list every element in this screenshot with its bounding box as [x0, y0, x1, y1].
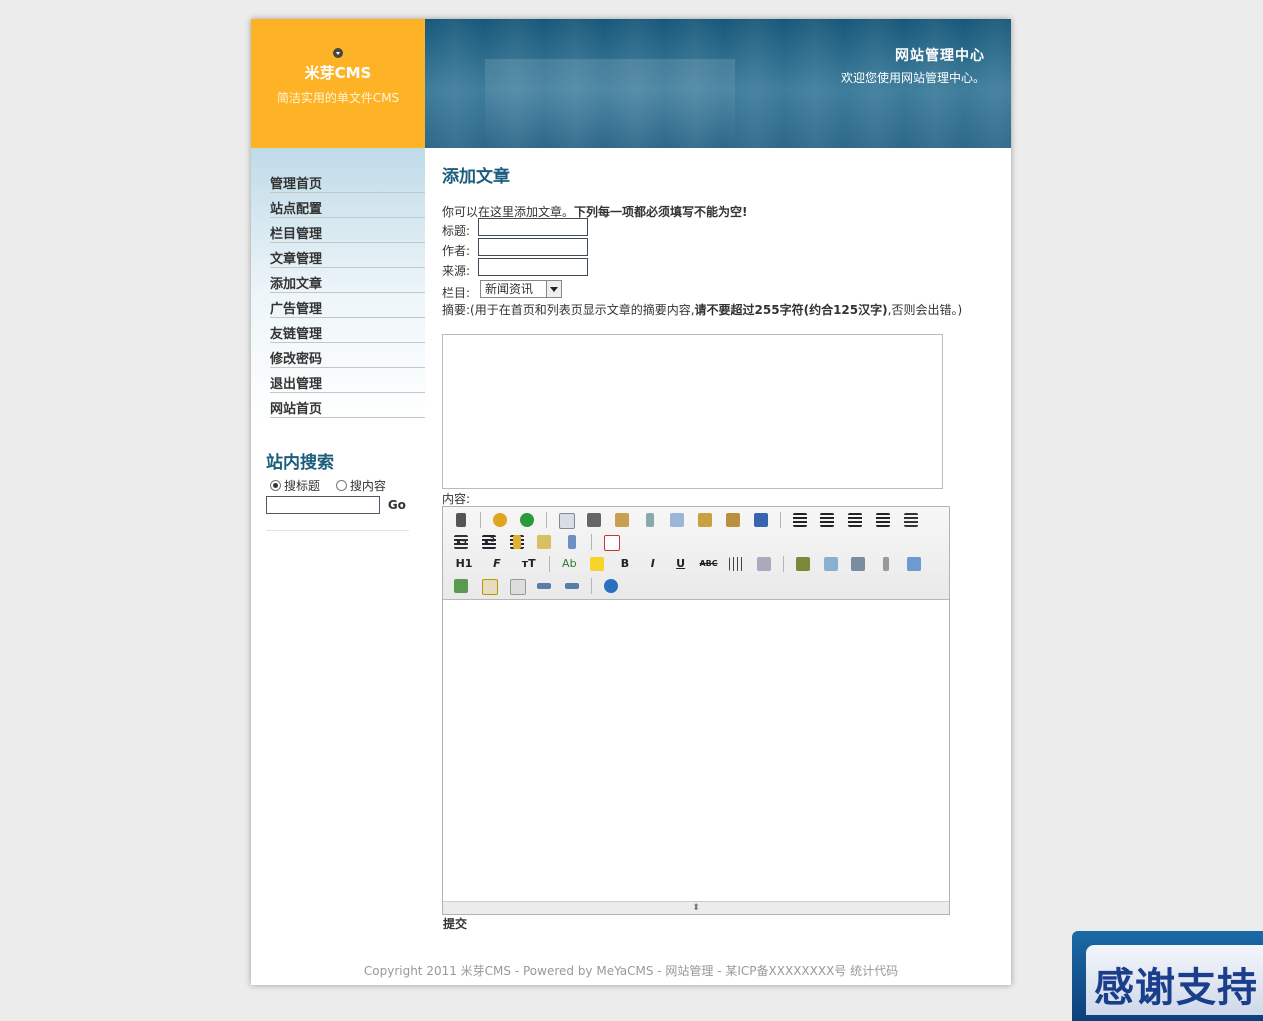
preview-icon[interactable] [557, 511, 576, 529]
header-banner: 网站管理中心 欢迎您使用网站管理中心。 [425, 19, 1011, 148]
footer: Copyright 2011 米芽CMS - Powered by MeYaCM… [363, 964, 899, 978]
divider [266, 530, 409, 531]
justify-icon[interactable] [874, 511, 892, 529]
clear-format-icon[interactable] [508, 533, 526, 551]
fullscreen-icon[interactable] [602, 533, 620, 551]
undo-icon[interactable] [491, 511, 509, 529]
page-container: 米芽CMS 简洁实用的单文件CMS 网站管理中心 欢迎您使用网站管理中心。 管理… [251, 19, 1011, 985]
submit-button[interactable]: 提交 [443, 915, 467, 932]
promo-banner[interactable]: 感谢支持 [1072, 931, 1263, 1021]
logo[interactable]: 米芽CMS 简洁实用的单文件CMS [251, 19, 425, 148]
title-label: 标题: [442, 224, 471, 238]
page-title: 添加文章 [442, 167, 510, 187]
eraser-icon[interactable] [755, 555, 773, 573]
bold-button[interactable]: B [616, 555, 634, 573]
logo-badge-icon [333, 48, 343, 58]
sidebar-item-link-manage[interactable]: 友链管理 [270, 318, 425, 343]
author-label: 作者: [442, 244, 471, 258]
align-center-icon[interactable] [818, 511, 836, 529]
font-family-button[interactable]: F [486, 555, 508, 573]
sidebar-item-change-password[interactable]: 修改密码 [270, 343, 425, 368]
source-icon[interactable] [452, 511, 470, 529]
link-icon[interactable] [535, 577, 553, 595]
radio-checked-icon[interactable] [270, 480, 281, 491]
radio-unchecked-icon[interactable] [335, 480, 347, 491]
editor-toolbar: x₂ x² H1 F тT Ab B I U ABC [443, 507, 949, 600]
template-icon[interactable] [613, 511, 631, 529]
align-right-icon[interactable] [846, 511, 864, 529]
source-label: 来源: [442, 264, 471, 278]
search-by-title-option[interactable]: 搜标题 [270, 479, 326, 493]
site-search: 站内搜索 搜标题 搜内容 Go [266, 448, 409, 531]
sidebar-item-article-manage[interactable]: 文章管理 [270, 243, 425, 268]
copy-icon[interactable] [668, 511, 686, 529]
sidebar-item-add-article[interactable]: 添加文章 [270, 268, 425, 293]
paste-word-icon[interactable] [752, 511, 770, 529]
pagebreak-icon[interactable] [508, 577, 526, 595]
summary-note: 摘要:(用于在首页和列表页显示文章的摘要内容,请不要超过255字符(约合125汉… [442, 303, 963, 317]
search-go-button[interactable]: Go [388, 498, 406, 512]
search-by-content-option[interactable]: 搜内容 [335, 479, 392, 493]
redo-icon[interactable] [518, 511, 536, 529]
header-welcome: 欢迎您使用网站管理中心。 [840, 71, 985, 85]
summary-textarea[interactable] [442, 334, 943, 489]
cut-icon[interactable] [641, 511, 659, 529]
brand-name: 米芽CMS [304, 64, 372, 82]
heading-button[interactable]: H1 [452, 555, 476, 573]
insert-image-icon[interactable] [452, 577, 470, 595]
sidebar-item-admin-home[interactable]: 管理首页 [270, 168, 425, 193]
editor-content-area[interactable] [443, 600, 949, 901]
sidebar-menu: 管理首页 站点配置 栏目管理 文章管理 添加文章 广告管理 友链管理 修改密码 … [270, 168, 425, 418]
select-all-icon[interactable] [535, 533, 553, 551]
italic-button[interactable]: I [644, 555, 662, 573]
ordered-list-icon[interactable] [902, 511, 920, 529]
header-title: 网站管理中心 [895, 48, 985, 64]
promo-text: 感谢支持 [1094, 965, 1258, 1011]
sidebar-item-site-config[interactable]: 站点配置 [270, 193, 425, 218]
underline-button[interactable]: U [672, 555, 690, 573]
sidebar-item-site-home[interactable]: 网站首页 [270, 393, 425, 418]
flash-icon[interactable] [822, 555, 840, 573]
superscript-icon[interactable]: x² [480, 533, 498, 551]
font-size-button[interactable]: тT [518, 555, 540, 573]
search-input[interactable] [266, 496, 380, 514]
brand-tagline: 简洁实用的单文件CMS [276, 91, 400, 105]
category-label: 栏目: [442, 286, 471, 300]
highlight-icon[interactable] [588, 555, 606, 573]
pointer-icon[interactable] [563, 533, 581, 551]
table-grid-icon[interactable] [727, 555, 745, 573]
attachment-icon[interactable] [877, 555, 895, 573]
subscript-icon[interactable]: x₂ [452, 533, 470, 551]
media-icon[interactable] [849, 555, 867, 573]
source-field[interactable] [478, 258, 588, 276]
sidebar: 管理首页 站点配置 栏目管理 文章管理 添加文章 广告管理 友链管理 修改密码 … [251, 148, 425, 548]
sidebar-item-category-manage[interactable]: 栏目管理 [270, 218, 425, 243]
help-icon[interactable] [602, 577, 620, 595]
rich-text-editor: x₂ x² H1 F тT Ab B I U ABC ⬍ [442, 506, 950, 915]
print-icon[interactable] [585, 511, 603, 529]
unlink-icon[interactable] [563, 577, 581, 595]
paste-icon[interactable] [696, 511, 714, 529]
forecolor-button[interactable]: Ab [560, 555, 578, 573]
code-icon[interactable] [480, 577, 498, 595]
table-icon[interactable] [905, 555, 923, 573]
content-label: 内容: [442, 492, 471, 506]
resize-handle[interactable]: ⬍ [443, 901, 949, 914]
strikethrough-button[interactable]: ABC [699, 555, 717, 573]
title-field[interactable] [478, 218, 588, 236]
category-select[interactable]: 新闻资讯 [480, 280, 562, 298]
align-left-icon[interactable] [791, 511, 809, 529]
search-title: 站内搜索 [266, 453, 334, 473]
image-icon[interactable] [794, 555, 812, 573]
paste-text-icon[interactable] [724, 511, 742, 529]
chevron-down-icon[interactable] [546, 281, 561, 297]
sidebar-item-logout[interactable]: 退出管理 [270, 368, 425, 393]
author-field[interactable] [478, 238, 588, 256]
sidebar-item-ad-manage[interactable]: 广告管理 [270, 293, 425, 318]
